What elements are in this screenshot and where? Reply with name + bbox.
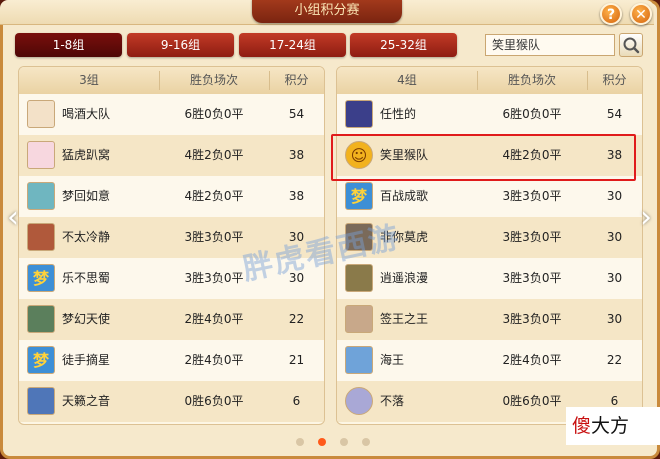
team-scene-avatar bbox=[27, 305, 55, 333]
points-header: 积分 bbox=[284, 73, 309, 87]
group-name-header: 3组 bbox=[79, 73, 99, 87]
search-input[interactable]: 笑里猴队 bbox=[485, 34, 615, 56]
team-record: 6胜0负0平 bbox=[184, 107, 244, 121]
team-points: 54 bbox=[288, 107, 305, 121]
team-bluehair-avatar bbox=[345, 346, 373, 374]
table-row[interactable]: 梦徒手摘星 2胜4负0平 21 bbox=[19, 340, 324, 381]
table-row[interactable]: 喝酒大队 6胜0负0平 54 bbox=[19, 94, 324, 135]
team-name: 签王之王 bbox=[380, 312, 429, 326]
table-row[interactable]: 逍遥浪漫 3胜3负0平 30 bbox=[337, 258, 642, 299]
table-header: 3组 胜负场次 积分 bbox=[19, 67, 324, 95]
team-name: 不太冷静 bbox=[62, 230, 111, 244]
team-points: 22 bbox=[288, 312, 305, 326]
tab-group-25-32[interactable]: 25-32组 bbox=[350, 33, 457, 57]
tab-group-9-16[interactable]: 9-16组 bbox=[127, 33, 234, 57]
search-button[interactable] bbox=[619, 33, 643, 57]
team-points: 22 bbox=[606, 353, 623, 367]
team-pixel-avatar bbox=[27, 182, 55, 210]
record-header: 胜负场次 bbox=[189, 73, 238, 87]
team-name: 不落 bbox=[380, 394, 405, 408]
team-name: 猛虎趴窝 bbox=[62, 148, 111, 162]
team-name: 海王 bbox=[380, 353, 405, 367]
page-dot-4[interactable] bbox=[362, 438, 370, 446]
team-points: 38 bbox=[288, 189, 305, 203]
corner-logo-first: 傻 bbox=[572, 415, 592, 437]
team-points: 21 bbox=[288, 353, 305, 367]
team-name: 徒手摘星 bbox=[62, 353, 111, 367]
chevron-left-icon: ‹ bbox=[7, 200, 19, 235]
team-points: 30 bbox=[606, 312, 623, 326]
team-meng-logo-avatar: 梦 bbox=[27, 264, 55, 292]
record-header: 胜负场次 bbox=[507, 73, 556, 87]
table-row[interactable]: 梦百战成歌 3胜3负0平 30 bbox=[337, 176, 642, 217]
team-record: 2胜4负0平 bbox=[502, 353, 562, 367]
table-row[interactable]: 海王 2胜4负0平 22 bbox=[337, 340, 642, 381]
page-dot-3[interactable] bbox=[340, 438, 348, 446]
table-row[interactable]: 任性的 6胜0负0平 54 bbox=[337, 94, 642, 135]
page-dot-1[interactable] bbox=[296, 438, 304, 446]
tab-group-1-8[interactable]: 1-8组 bbox=[15, 33, 122, 57]
team-points: 30 bbox=[606, 189, 623, 203]
window-title: 小组积分赛 bbox=[252, 0, 402, 23]
team-points: 30 bbox=[606, 230, 623, 244]
team-circle-avatar bbox=[345, 387, 373, 415]
close-icon: ✕ bbox=[635, 7, 647, 23]
corner-logo-rest: 大方 bbox=[591, 415, 630, 437]
close-button[interactable]: ✕ bbox=[630, 3, 652, 25]
team-record: 3胜3负0平 bbox=[502, 312, 562, 326]
team-name: 喝酒大队 bbox=[62, 107, 111, 121]
team-light-avatar bbox=[27, 387, 55, 415]
group-name-header: 4组 bbox=[397, 73, 417, 87]
team-name: 乐不思蜀 bbox=[62, 271, 111, 285]
question-icon: ? bbox=[606, 7, 616, 23]
tab-group-17-24[interactable]: 17-24组 bbox=[239, 33, 346, 57]
team-sage-avatar bbox=[345, 305, 373, 333]
team-dark-avatar bbox=[345, 100, 373, 128]
team-record: 0胜6负0平 bbox=[184, 394, 244, 408]
team-record: 2胜4负0平 bbox=[184, 353, 244, 367]
table-row[interactable]: 签王之王 3胜3负0平 30 bbox=[337, 299, 642, 340]
table-row[interactable]: 天籁之音 0胜6负0平 6 bbox=[19, 381, 324, 422]
team-drinker-avatar bbox=[27, 100, 55, 128]
team-points: 54 bbox=[606, 107, 623, 121]
team-points: 6 bbox=[292, 394, 301, 408]
team-girl-avatar bbox=[27, 141, 55, 169]
team-record: 4胜2负0平 bbox=[184, 189, 244, 203]
team-name: 梦回如意 bbox=[62, 189, 111, 203]
next-page-arrow[interactable]: › bbox=[637, 198, 655, 238]
team-record: 3胜3负0平 bbox=[502, 271, 562, 285]
help-button[interactable]: ? bbox=[600, 3, 622, 25]
team-meng-logo-avatar: 梦 bbox=[27, 346, 55, 374]
search-result-highlight bbox=[331, 134, 636, 181]
team-meng-logo-avatar: 梦 bbox=[345, 182, 373, 210]
table-header: 4组 胜负场次 积分 bbox=[337, 67, 642, 95]
team-record: 4胜2负0平 bbox=[184, 148, 244, 162]
prev-page-arrow[interactable]: ‹ bbox=[4, 198, 22, 238]
team-warrior-avatar bbox=[27, 223, 55, 251]
table-row[interactable]: 梦幻天使 2胜4负0平 22 bbox=[19, 299, 324, 340]
team-record: 2胜4负0平 bbox=[184, 312, 244, 326]
team-name: 天籁之音 bbox=[62, 394, 111, 408]
search-icon bbox=[623, 37, 640, 54]
team-points: 30 bbox=[606, 271, 623, 285]
points-header: 积分 bbox=[602, 73, 627, 87]
page-dot-2[interactable] bbox=[318, 438, 326, 446]
team-record: 3胜3负0平 bbox=[502, 189, 562, 203]
team-horseman-avatar bbox=[345, 264, 373, 292]
team-record: 3胜3负0平 bbox=[502, 230, 562, 244]
table-row[interactable]: 梦回如意 4胜2负0平 38 bbox=[19, 176, 324, 217]
chevron-right-icon: › bbox=[640, 200, 652, 235]
team-name: 逍遥浪漫 bbox=[380, 271, 429, 285]
team-name: 任性的 bbox=[380, 107, 417, 121]
team-name: 梦幻天使 bbox=[62, 312, 111, 326]
table-row[interactable]: 猛虎趴窝 4胜2负0平 38 bbox=[19, 135, 324, 176]
corner-logo: 傻大方 bbox=[566, 407, 660, 445]
team-points: 38 bbox=[288, 148, 305, 162]
team-record: 6胜0负0平 bbox=[502, 107, 562, 121]
